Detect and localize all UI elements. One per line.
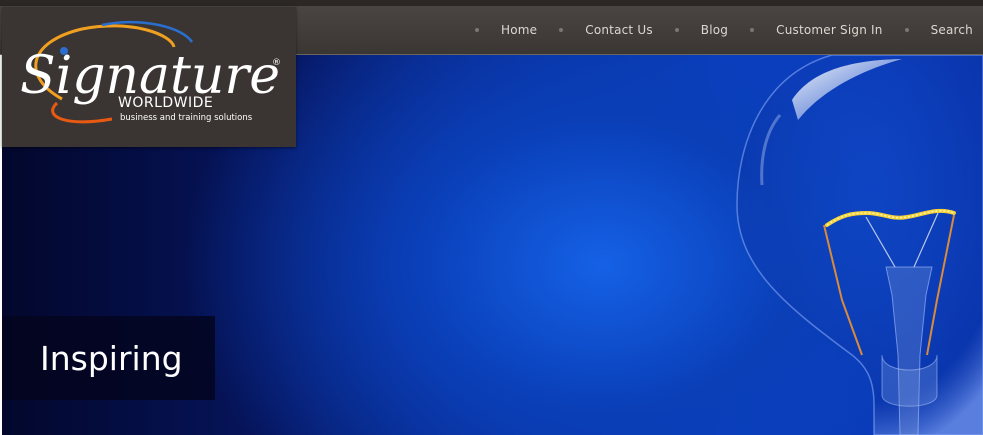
page: Home Contact Us Blog Customer Sign In Se… (0, 0, 983, 435)
nav-blog-link[interactable]: Blog (691, 23, 738, 37)
nav-home-link[interactable]: Home (491, 23, 547, 37)
nav-separator-dot (475, 28, 479, 32)
nav-search-link[interactable]: Search (921, 23, 983, 37)
logo-registered-mark: ® (272, 58, 281, 68)
nav-separator-dot (559, 28, 564, 32)
nav-customer-sign-in-link[interactable]: Customer Sign In (766, 23, 892, 37)
hero-tagline-text: Inspiring (40, 338, 183, 378)
nav-separator-dot (750, 28, 755, 32)
nav-contact-us-link[interactable]: Contact Us (575, 23, 663, 37)
company-logo[interactable]: Signature ® WORLDWIDE business and train… (2, 7, 296, 147)
logo-tagline-text: business and training solutions (120, 113, 253, 123)
signature-logo-mark: Signature ® WORLDWIDE business and train… (20, 20, 281, 124)
logo-sub-text: WORLDWIDE (118, 95, 213, 111)
nav-separator-dot (904, 28, 909, 32)
nav-separator-dot (674, 28, 679, 32)
main-nav: Home Contact Us Blog Customer Sign In Se… (463, 6, 983, 54)
hero-tagline-box: Inspiring (2, 316, 215, 400)
